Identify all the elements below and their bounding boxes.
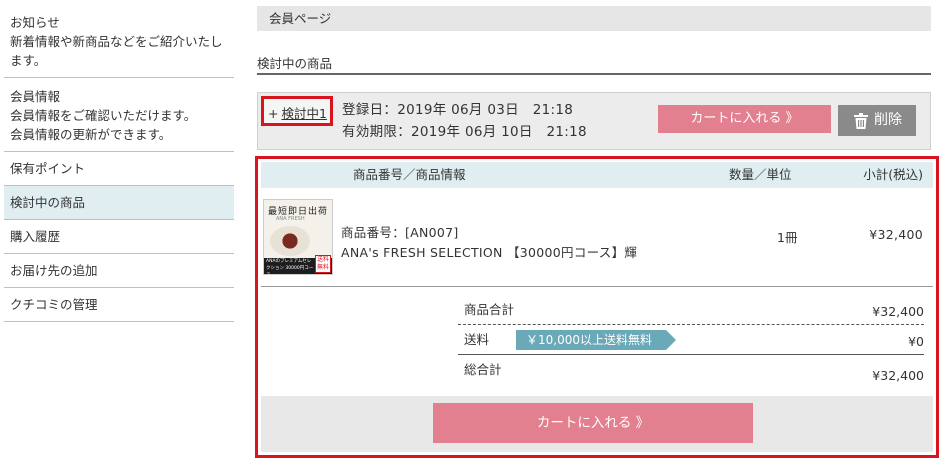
wishlist-toggle-label[interactable]: 検討中1 <box>281 106 326 121</box>
sidebar-item-title: お届け先の追加 <box>10 263 98 278</box>
main-content: 会員ページ 検討中の商品 + 検討中1 登録日：2019年 06月 03日 21:… <box>255 6 939 458</box>
expiry-date: 有効期限：2019年 06月 10日 21:18 <box>342 124 587 140</box>
sidebar-item-news[interactable]: お知らせ 新着情報や新商品などをご紹介いたします。 <box>4 4 234 78</box>
grand-total-row: 総合計 ¥32,400 <box>458 355 924 385</box>
sidebar-item-title: 購入履歴 <box>10 229 61 244</box>
thumbnail-subcaption: ANA FRESH <box>276 216 305 222</box>
goods-total-row: 商品合計 ¥32,400 <box>458 295 924 325</box>
totals-summary: 商品合計 ¥32,400 送料 ￥10,000以上送料無料 ¥0 総合計 ¥32… <box>458 295 924 385</box>
shipping-row: 送料 ￥10,000以上送料無料 ¥0 <box>458 325 924 355</box>
sidebar: お知らせ 新着情報や新商品などをご紹介いたします。 会員情報 会員情報をご確認い… <box>4 4 234 322</box>
add-to-cart-button[interactable]: カートに入れる 》 <box>433 403 753 443</box>
sidebar-item-title: お知らせ <box>10 15 60 30</box>
goods-total-label: 商品合計 <box>464 302 515 317</box>
section-title: 検討中の商品 <box>257 41 931 75</box>
sidebar-item-reviews[interactable]: クチコミの管理 <box>4 288 234 322</box>
grand-total-value: ¥32,400 <box>872 368 924 383</box>
shipping-label: 送料 <box>464 332 490 347</box>
sidebar-item-title: 保有ポイント <box>10 161 86 176</box>
free-shipping-stamp: 送料無料 <box>315 255 331 273</box>
expand-icon: + <box>268 106 279 121</box>
trash-icon <box>854 113 868 129</box>
sidebar-item-desc: 会員情報をご確認いただけます。 会員情報の更新ができます。 <box>10 108 197 142</box>
sidebar-item-title: 検討中の商品 <box>10 195 86 210</box>
sidebar-item-title: 会員情報 <box>10 89 61 104</box>
product-quantity: 1冊 <box>777 230 798 245</box>
add-to-cart-button-small[interactable]: カートに入れる 》 <box>658 105 831 133</box>
goods-total-value: ¥32,400 <box>872 304 924 319</box>
wishlist-dates: 登録日：2019年 06月 03日 21:18 有効期限：2019年 06月 1… <box>342 99 587 143</box>
sidebar-item-wishlist[interactable]: 検討中の商品 <box>4 186 234 220</box>
table-row: 最短即日出荷 ANA FRESH ANAのプレミアムセレクション 30000円コ… <box>261 189 933 287</box>
delete-button[interactable]: 削除 <box>838 105 916 136</box>
column-header-qty: 数量／単位 <box>729 167 792 182</box>
sidebar-item-title: クチコミの管理 <box>10 297 98 312</box>
registered-date: 登録日：2019年 06月 03日 21:18 <box>342 102 574 118</box>
sidebar-item-purchase-history[interactable]: 購入履歴 <box>4 220 234 254</box>
dish-image <box>270 226 310 256</box>
product-code: 商品番号：[AN007] <box>341 225 459 240</box>
product-thumbnail[interactable]: 最短即日出荷 ANA FRESH ANAのプレミアムセレクション 30000円コ… <box>263 199 333 278</box>
cart-action-bar: カートに入れる 》 <box>261 396 933 452</box>
sidebar-item-member-info[interactable]: 会員情報 会員情報をご確認いただけます。 会員情報の更新ができます。 <box>4 78 234 152</box>
page-header: 会員ページ <box>257 6 931 31</box>
column-header-product: 商品番号／商品情報 <box>353 167 466 182</box>
free-shipping-badge: ￥10,000以上送料無料 <box>516 330 676 350</box>
delete-button-label: 削除 <box>874 112 902 128</box>
wishlist-toggle[interactable]: + 検討中1 <box>261 96 333 126</box>
product-subtotal: ¥32,400 <box>869 227 923 242</box>
grand-total-label: 総合計 <box>464 362 502 377</box>
table-header: 商品番号／商品情報 数量／単位 小計(税込) <box>261 162 933 188</box>
wishlist-detail-panel: 商品番号／商品情報 数量／単位 小計(税込) 最短即日出荷 ANA FRESH … <box>255 156 939 458</box>
product-name[interactable]: ANA's FRESH SELECTION 【30000円コース】輝 <box>341 243 637 263</box>
sidebar-item-desc: 新着情報や新商品などをご紹介いたします。 <box>10 34 223 68</box>
product-info: 商品番号：[AN007] ANA's FRESH SELECTION 【3000… <box>341 223 637 263</box>
sidebar-item-points[interactable]: 保有ポイント <box>4 152 234 186</box>
sidebar-item-add-address[interactable]: お届け先の追加 <box>4 254 234 288</box>
column-header-subtotal: 小計(税込) <box>863 167 923 182</box>
wishlist-header: + 検討中1 登録日：2019年 06月 03日 21:18 有効期限：2019年… <box>257 92 931 150</box>
thumbnail-band-text: ANAのプレミアムセレクション 30000円コース <box>266 259 314 278</box>
shipping-value: ¥0 <box>908 334 924 349</box>
